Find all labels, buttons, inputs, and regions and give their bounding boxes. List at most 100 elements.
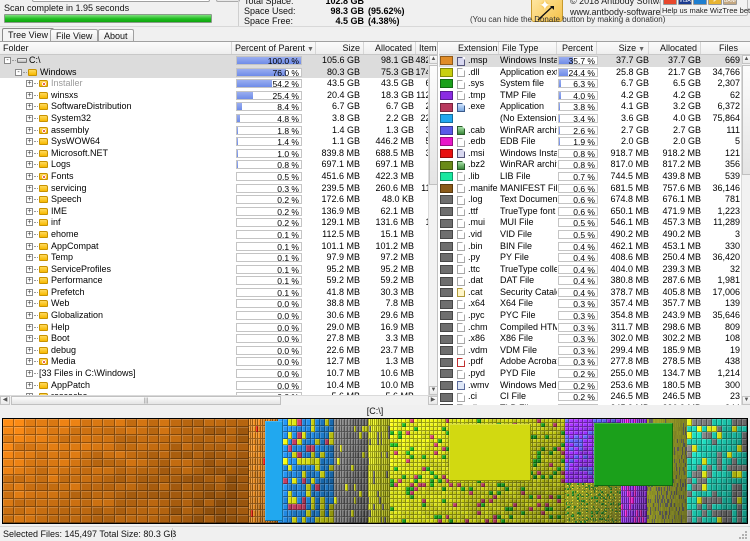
treemap-block[interactable] (203, 515, 216, 523)
treemap-block[interactable] (125, 491, 137, 499)
treemap-block[interactable] (203, 491, 216, 499)
treemap-block[interactable] (181, 515, 193, 523)
treemap-block[interactable] (125, 427, 137, 435)
treemap-block[interactable] (148, 419, 160, 427)
treemap-block[interactable] (136, 459, 149, 467)
treemap-block[interactable] (203, 507, 216, 515)
treemap-block[interactable] (192, 419, 204, 427)
table-row[interactable]: +ServiceProfiles0.1 %95.2 MB95.2 MB2 (0, 264, 437, 276)
treemap-block[interactable] (3, 427, 15, 435)
treemap-visualization[interactable] (2, 418, 748, 524)
treemap-block[interactable] (159, 499, 171, 507)
treemap-block[interactable] (103, 491, 115, 499)
treemap-block[interactable] (203, 475, 216, 483)
expand-icon[interactable]: + (26, 103, 33, 111)
table-row[interactable]: .pyd PYD File 0.2 % 255.0 MB 134.7 MB 1,214 (439, 368, 750, 380)
treemap-block[interactable] (181, 443, 193, 451)
treemap-block[interactable] (14, 467, 26, 475)
table-row[interactable]: .dat DAT File 0.4 % 380.8 MB 287.6 MB 1,981 (439, 275, 750, 287)
filetype-vertical-scrollbar[interactable]: ▲ ▼ (741, 55, 750, 405)
treemap-block[interactable] (69, 443, 82, 451)
treemap-block[interactable] (3, 499, 15, 507)
treemap-block[interactable] (181, 491, 193, 499)
treemap-block[interactable] (148, 499, 160, 507)
treemap-block[interactable] (103, 475, 115, 483)
treemap-block[interactable] (25, 483, 37, 491)
treemap-block[interactable] (47, 483, 59, 491)
expand-icon[interactable]: + (26, 219, 33, 227)
treemap-block[interactable] (226, 483, 238, 491)
treemap-block[interactable] (14, 491, 26, 499)
treemap-block[interactable] (237, 435, 249, 443)
treemap-block[interactable] (58, 419, 70, 427)
col-header-extension[interactable]: Extension (455, 42, 499, 54)
treemap-block[interactable] (215, 491, 227, 499)
treemap-block[interactable] (69, 451, 82, 459)
treemap-block[interactable] (226, 451, 238, 459)
expand-icon[interactable]: + (26, 172, 33, 180)
scroll-left-icon[interactable]: ◀ (0, 396, 10, 405)
expand-icon[interactable]: + (26, 242, 33, 250)
treemap-block[interactable] (170, 507, 182, 515)
treemap-block[interactable] (81, 483, 93, 491)
treemap-block[interactable] (36, 419, 48, 427)
table-row[interactable]: .ttcTrueType collectio0.4 %404.0 MB239.3… (439, 264, 750, 276)
table-row[interactable]: +assembly1.8 %1.4 GB1.3 GB3,8 (0, 125, 437, 137)
treemap-block[interactable] (215, 451, 227, 459)
treemap-block[interactable] (36, 435, 48, 443)
treemap-block[interactable] (69, 515, 82, 523)
treemap-block[interactable] (114, 475, 126, 483)
treemap-block[interactable] (237, 459, 249, 467)
treemap-block[interactable] (69, 491, 82, 499)
table-row[interactable]: .ci CI File 0.2 % 246.5 MB 246.5 MB 23 (439, 391, 750, 403)
treemap-block[interactable] (81, 499, 93, 507)
treemap-block[interactable] (36, 491, 48, 499)
treemap-block[interactable] (181, 475, 193, 483)
treemap-block[interactable] (237, 507, 249, 515)
treemap-block[interactable] (215, 427, 227, 435)
expand-icon[interactable]: + (26, 254, 33, 262)
treemap-block[interactable] (14, 507, 26, 515)
scroll-right-icon[interactable]: ▶ (428, 396, 437, 405)
treemap-block[interactable] (81, 491, 93, 499)
treemap-block[interactable] (237, 419, 249, 427)
treemap-block[interactable] (58, 475, 70, 483)
treemap-block[interactable] (114, 491, 126, 499)
treemap-block[interactable] (148, 427, 160, 435)
treemap-block[interactable] (159, 419, 171, 427)
treemap-block[interactable] (25, 451, 37, 459)
treemap-block[interactable] (203, 435, 216, 443)
treemap-block[interactable] (237, 515, 249, 523)
treemap-block[interactable] (47, 459, 59, 467)
treemap-block[interactable] (203, 419, 216, 427)
expand-icon[interactable]: + (26, 126, 33, 134)
table-row[interactable]: +Microsoft.NET1.0 %839.8 MB688.5 MB3,3 (0, 148, 437, 160)
treemap-block[interactable] (36, 475, 48, 483)
treemap-block[interactable] (125, 467, 137, 475)
treemap-block[interactable] (103, 459, 115, 467)
treemap-block[interactable] (47, 515, 59, 523)
treemap-block[interactable] (47, 507, 59, 515)
treemap-block[interactable] (148, 451, 160, 459)
treemap-block[interactable] (136, 483, 149, 491)
table-row[interactable]: .manifesMANIFEST File0.6 %681.5 MB757.6 … (439, 183, 750, 195)
treemap-block[interactable] (159, 483, 171, 491)
treemap-block[interactable] (159, 491, 171, 499)
table-row[interactable]: .x86 X86 File 0.3 % 302.0 MB 302.2 MB 108 (439, 333, 750, 345)
treemap-block[interactable] (3, 443, 15, 451)
treemap-block[interactable] (69, 467, 82, 475)
treemap-block[interactable] (226, 499, 238, 507)
table-row[interactable]: + Globalization 0.0 % 30.6 MB 29.6 MB (0, 310, 437, 322)
table-row[interactable]: - C:\ 100.0 % 105.6 GB 98.1 GB 482,0 (0, 55, 437, 67)
tree-horizontal-scrollbar[interactable]: ◀ ||| ▶ (0, 395, 437, 405)
col-header-folder[interactable]: Folder (0, 42, 232, 54)
table-row[interactable]: +System324.8 %3.8 GB2.2 GB22,7 (0, 113, 437, 125)
expand-icon[interactable]: + (26, 346, 33, 354)
treemap-block[interactable] (47, 427, 59, 435)
tab-tree-view[interactable]: Tree View (2, 28, 55, 42)
treemap-block[interactable] (226, 507, 238, 515)
table-row[interactable]: .bz2WinRAR archive0.8 %817.0 MB817.2 MB3… (439, 159, 750, 171)
treemap-block[interactable] (237, 467, 249, 475)
table-row[interactable]: + AppPatch 0.0 % 10.4 MB 10.0 MB (0, 380, 437, 392)
treemap-block[interactable] (170, 483, 182, 491)
